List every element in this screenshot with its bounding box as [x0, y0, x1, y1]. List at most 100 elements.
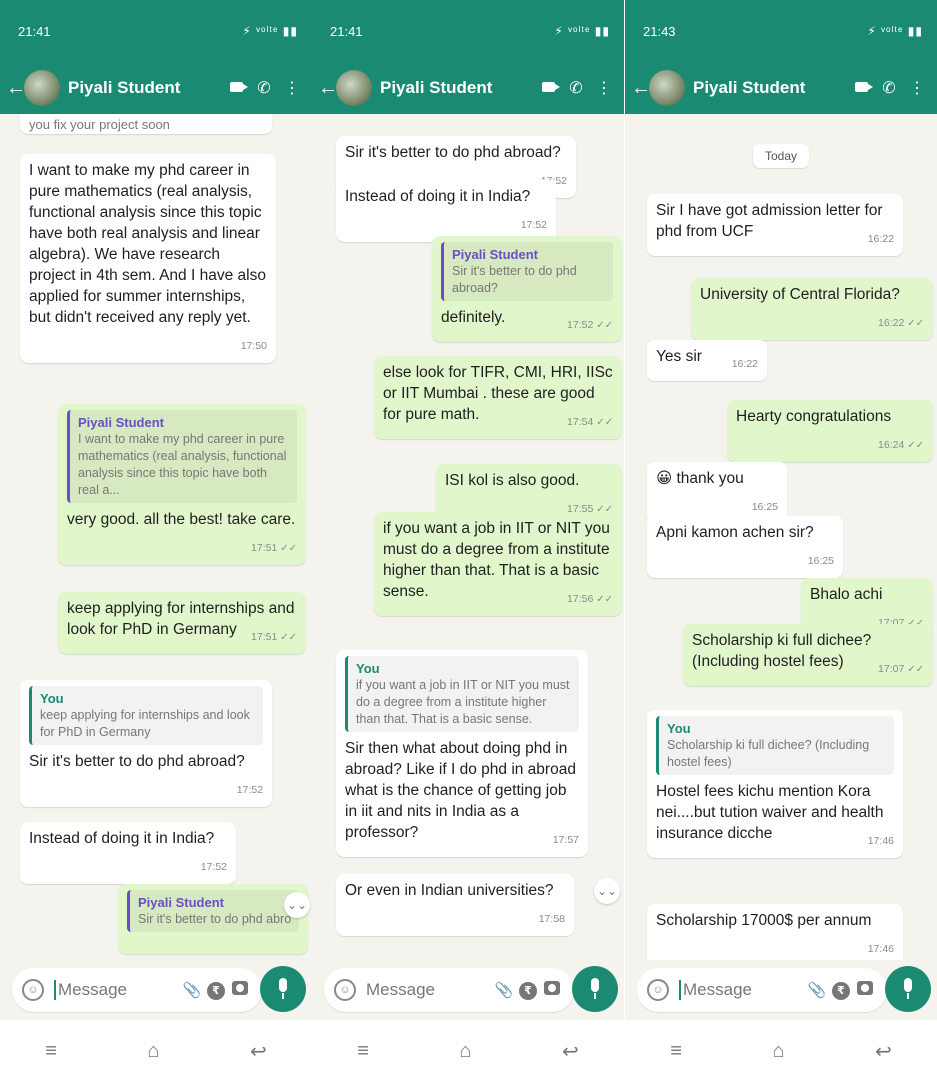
- mic-button[interactable]: [260, 966, 306, 1012]
- message-time: 17:56 ✓✓: [567, 593, 613, 605]
- payment-icon[interactable]: ₹: [204, 981, 228, 1000]
- message-text: Instead of doing it in India?: [345, 188, 531, 205]
- menu-icon[interactable]: ≡: [357, 1040, 369, 1063]
- back-arrow-icon[interactable]: ←: [6, 77, 26, 100]
- home-icon[interactable]: ⌂: [772, 1040, 784, 1063]
- attach-icon[interactable]: 📎: [805, 981, 829, 999]
- home-icon[interactable]: ⌂: [459, 1040, 471, 1063]
- message-input[interactable]: ☺ Message 📎 ₹: [324, 968, 574, 1012]
- video-call-icon[interactable]: [222, 79, 250, 97]
- scroll-down-icon[interactable]: ⌄⌄: [594, 878, 620, 904]
- system-nav-bar: ≡ ⌂ ↩: [625, 1020, 937, 1082]
- message-bubble[interactable]: keep applying for internships and look f…: [58, 592, 306, 654]
- reply-quote[interactable]: Piyali Student Sir it's better to do phd…: [127, 890, 299, 932]
- reply-quote[interactable]: You keep applying for internships and lo…: [29, 686, 263, 745]
- more-options-icon[interactable]: ⋮: [278, 78, 306, 98]
- back-icon[interactable]: ↩: [875, 1039, 892, 1064]
- reply-quote[interactable]: You if you want a job in IIT or NIT you …: [345, 656, 579, 732]
- attach-icon[interactable]: 📎: [180, 981, 204, 999]
- message-list[interactable]: Sir it's better to do phd abroad? 17:52 …: [312, 114, 624, 960]
- read-receipt-icon: ✓✓: [907, 318, 924, 329]
- message-bubble[interactable]: Piyali Student Sir it's better to do phd…: [118, 884, 308, 954]
- message-bubble[interactable]: You Scholarship ki full dichee? (Includi…: [647, 710, 903, 858]
- payment-icon[interactable]: ₹: [829, 981, 853, 1000]
- message-bubble[interactable]: You if you want a job in IIT or NIT you …: [336, 650, 588, 857]
- phone-call-icon[interactable]: ✆: [875, 78, 903, 98]
- reply-quote[interactable]: You Scholarship ki full dichee? (Includi…: [656, 716, 894, 775]
- reply-quote[interactable]: Piyali Student Sir it's better to do phd…: [441, 242, 613, 301]
- emoji-icon[interactable]: ☺: [22, 979, 44, 1001]
- message-bubble[interactable]: I want to make my phd career in pure mat…: [20, 154, 276, 363]
- scroll-down-icon[interactable]: ⌄⌄: [284, 892, 310, 918]
- attach-icon[interactable]: 📎: [492, 981, 516, 999]
- avatar[interactable]: [336, 70, 372, 106]
- message-bubble[interactable]: Or even in Indian universities? 17:58: [336, 874, 574, 936]
- message-text: very good. all the best! take care.: [67, 511, 296, 528]
- message-list[interactable]: Today Sir I have got admission letter fo…: [625, 114, 937, 960]
- more-options-icon[interactable]: ⋮: [590, 78, 618, 98]
- more-options-icon[interactable]: ⋮: [903, 78, 931, 98]
- message-list[interactable]: you fix your project soon I want to make…: [0, 114, 312, 960]
- camera-icon[interactable]: [853, 981, 877, 999]
- message-input[interactable]: ☺ Message 📎 ₹: [637, 968, 887, 1012]
- avatar[interactable]: [24, 70, 60, 106]
- message-bubble[interactable]: You keep applying for internships and lo…: [20, 680, 272, 807]
- home-icon[interactable]: ⌂: [147, 1040, 159, 1063]
- status-icons: ⚡ ᵛᵒˡᵗᵉ ▮▮: [554, 24, 610, 38]
- message-text: ISI kol is also good.: [445, 472, 580, 489]
- chat-header: ← Piyali Student ✆ ⋮: [625, 62, 937, 114]
- mic-button[interactable]: [885, 966, 931, 1012]
- message-text: Hearty congratulations: [736, 408, 892, 425]
- menu-icon[interactable]: ≡: [45, 1040, 57, 1063]
- message-placeholder: Message: [54, 980, 180, 1000]
- message-bubble[interactable]: Yes sir 16:22: [647, 340, 767, 381]
- message-text: Sir then what about doing phd in abroad?…: [345, 740, 576, 841]
- contact-name[interactable]: Piyali Student: [693, 78, 847, 98]
- camera-icon[interactable]: [540, 981, 564, 999]
- message-input[interactable]: ☺ Message 📎 ₹: [12, 968, 262, 1012]
- back-arrow-icon[interactable]: ←: [318, 77, 338, 100]
- message-time: 16:22 ✓✓: [878, 317, 924, 329]
- message-text: definitely.: [441, 309, 506, 326]
- emoji-icon[interactable]: ☺: [647, 979, 669, 1001]
- system-nav-bar: ≡ ⌂ ↩: [0, 1020, 312, 1082]
- message-bubble[interactable]: Hearty congratulations 16:24 ✓✓: [727, 400, 933, 462]
- emoji-icon[interactable]: ☺: [334, 979, 356, 1001]
- message-time: 17:51 ✓✓: [251, 631, 297, 643]
- back-icon[interactable]: ↩: [562, 1039, 579, 1064]
- message-bubble[interactable]: Apni kamon achen sir? 16:25: [647, 516, 843, 578]
- contact-name[interactable]: Piyali Student: [68, 78, 222, 98]
- message-bubble[interactable]: 😀 thank you 16:25: [647, 462, 787, 524]
- message-bubble[interactable]: University of Central Florida? 16:22 ✓✓: [691, 278, 933, 340]
- message-bubble[interactable]: Sir I have got admission letter for phd …: [647, 194, 903, 256]
- message-bubble[interactable]: else look for TIFR, CMI, HRI, IISc or II…: [374, 356, 622, 439]
- chat-header: ← Piyali Student ✆ ⋮: [0, 62, 312, 114]
- phone-call-icon[interactable]: ✆: [562, 78, 590, 98]
- message-bubble[interactable]: Instead of doing it in India? 17:52: [336, 180, 556, 242]
- camera-icon[interactable]: [228, 981, 252, 999]
- back-icon[interactable]: ↩: [250, 1039, 267, 1064]
- read-receipt-icon: ✓✓: [280, 543, 297, 554]
- message-bubble[interactable]: Piyali Student I want to make my phd car…: [58, 404, 306, 565]
- message-bubble[interactable]: Scholarship 17000$ per annum 17:46: [647, 904, 903, 960]
- message-text: Sir it's better to do phd abroad?: [345, 144, 561, 161]
- payment-icon[interactable]: ₹: [516, 981, 540, 1000]
- reply-quote[interactable]: Piyali Student I want to make my phd car…: [67, 410, 297, 503]
- back-arrow-icon[interactable]: ←: [631, 77, 651, 100]
- avatar[interactable]: [649, 70, 685, 106]
- message-bubble[interactable]: Instead of doing it in India? 17:52: [20, 822, 236, 884]
- video-call-icon[interactable]: [534, 79, 562, 97]
- message-text: Instead of doing it in India?: [29, 830, 215, 847]
- message-bubble[interactable]: you fix your project soon: [20, 114, 272, 134]
- message-bubble[interactable]: Piyali Student Sir it's better to do phd…: [432, 236, 622, 342]
- contact-name[interactable]: Piyali Student: [380, 78, 534, 98]
- status-time: 21:41: [330, 23, 363, 39]
- video-call-icon[interactable]: [847, 79, 875, 97]
- menu-icon[interactable]: ≡: [670, 1040, 682, 1063]
- message-time: 16:22: [867, 233, 894, 245]
- phone-call-icon[interactable]: ✆: [250, 78, 278, 98]
- mic-button[interactable]: [572, 966, 618, 1012]
- message-text: if you want a job in IIT or NIT you must…: [383, 520, 610, 600]
- message-bubble[interactable]: if you want a job in IIT or NIT you must…: [374, 512, 622, 616]
- message-bubble[interactable]: Scholarship ki full dichee? (Including h…: [683, 624, 933, 686]
